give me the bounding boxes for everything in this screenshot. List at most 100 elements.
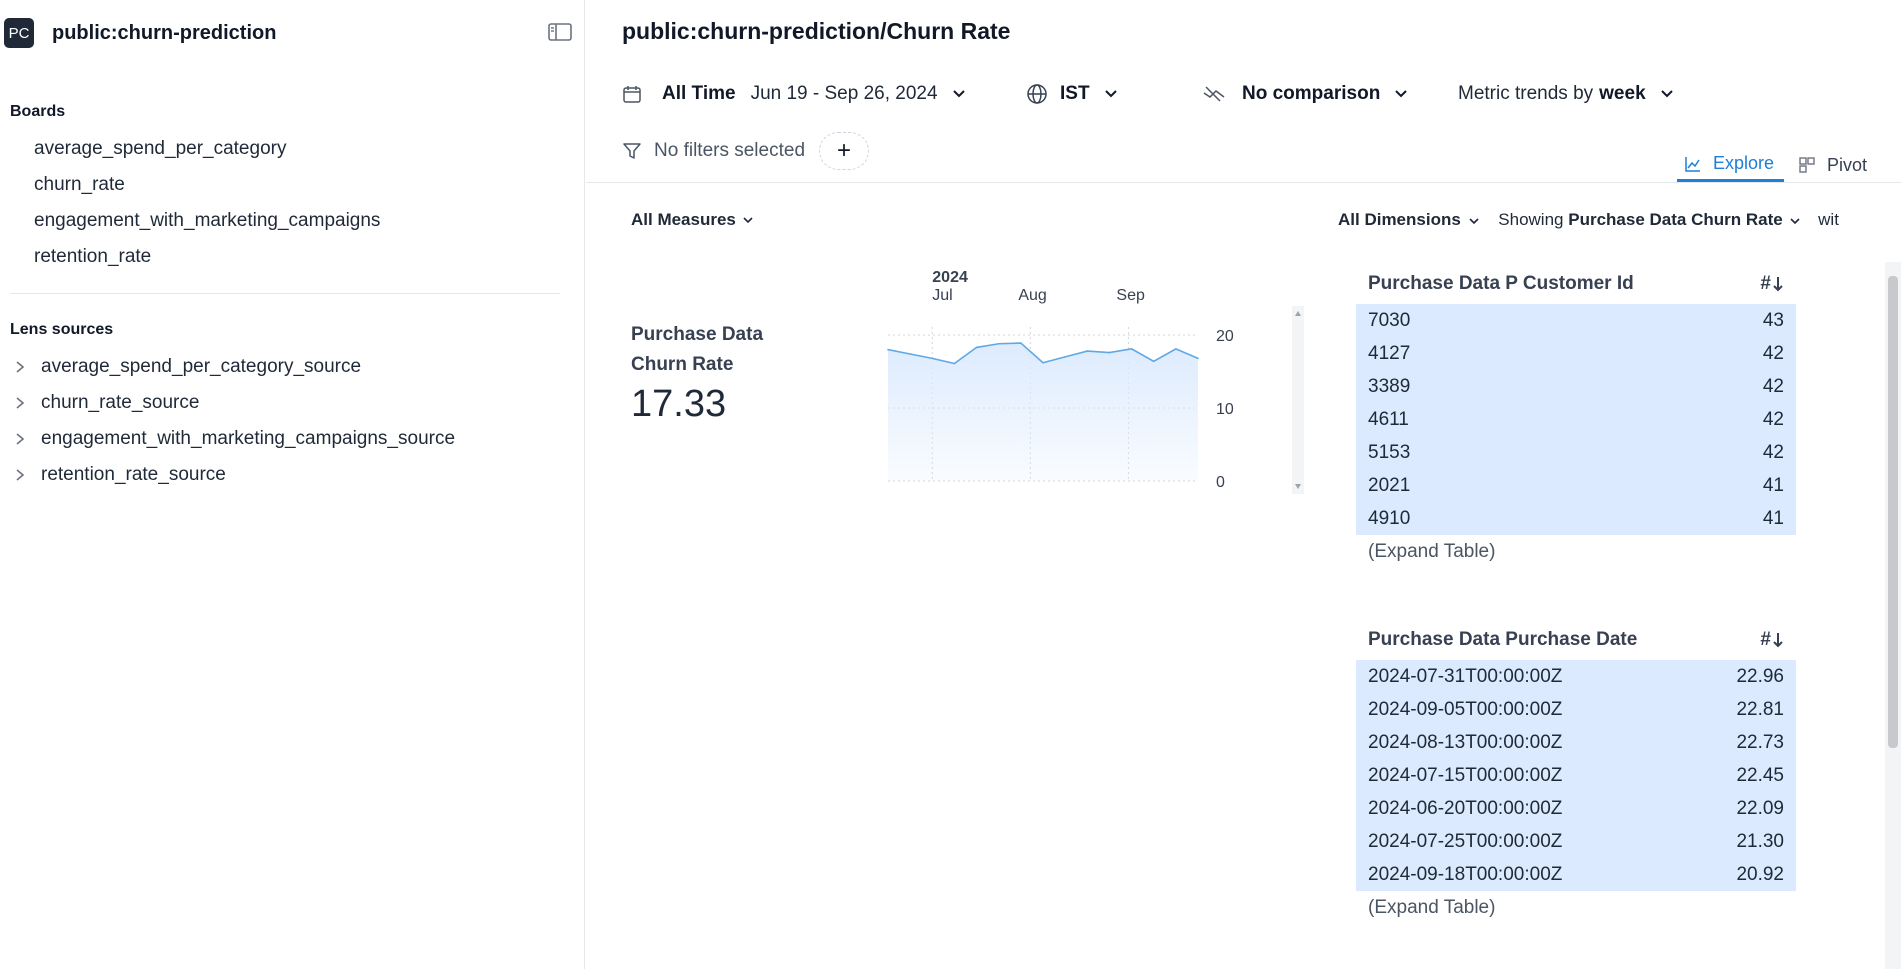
data-point bbox=[1197, 357, 1199, 360]
data-point bbox=[887, 348, 889, 351]
measure-name: Purchase Data Churn Rate bbox=[631, 324, 764, 375]
table-row[interactable]: 2024-07-25T00:00:00Z 21.30 bbox=[1356, 825, 1796, 858]
comparison-selector[interactable]: No comparison bbox=[1202, 80, 1408, 108]
chevron-down-icon bbox=[742, 216, 754, 224]
series-area bbox=[888, 343, 1198, 481]
expand-table-link[interactable]: (Expand Table) bbox=[1356, 535, 1796, 569]
sidebar-divider bbox=[10, 293, 560, 294]
source-label: engagement_with_marketing_campaigns_sour… bbox=[41, 428, 456, 449]
time-range-selector[interactable]: All Time Jun 19 - Sep 26, 2024 bbox=[622, 80, 966, 108]
table-row[interactable]: 2024-09-18T00:00:00Z 20.92 bbox=[1356, 858, 1796, 891]
table-row[interactable]: 4127 42 bbox=[1356, 337, 1796, 370]
line-chart-icon bbox=[1685, 156, 1701, 172]
table-row[interactable]: 3389 42 bbox=[1356, 370, 1796, 403]
measure-trend-chart[interactable]: 0 10 20 2024 Jul Aug Sep bbox=[866, 260, 1286, 500]
row-key: 2024-09-05T00:00:00Z bbox=[1368, 698, 1563, 720]
data-point bbox=[1152, 360, 1155, 363]
table-row[interactable]: 2024-07-15T00:00:00Z 22.45 bbox=[1356, 759, 1796, 792]
table-row[interactable]: 2024-07-31T00:00:00Z 22.96 bbox=[1356, 660, 1796, 693]
tab-explore-label: Explore bbox=[1713, 153, 1775, 173]
project-header: PC public:churn-prediction bbox=[4, 18, 574, 48]
source-item[interactable]: engagement_with_marketing_campaigns_sour… bbox=[10, 428, 455, 450]
add-filter-button[interactable]: + bbox=[819, 132, 870, 170]
measure-value: 17.33 bbox=[631, 383, 727, 425]
row-key: 2024-08-13T00:00:00Z bbox=[1368, 731, 1563, 753]
row-value: 43 bbox=[1762, 309, 1784, 331]
table-row[interactable]: 2024-06-20T00:00:00Z 22.09 bbox=[1356, 792, 1796, 825]
arrow-down-icon bbox=[1772, 276, 1784, 292]
expand-table-link[interactable]: (Expand Table) bbox=[1356, 891, 1796, 925]
table-row[interactable]: 5153 42 bbox=[1356, 436, 1796, 469]
filter-icon bbox=[622, 141, 642, 161]
table-row[interactable]: 7030 43 bbox=[1356, 304, 1796, 337]
row-value: 42 bbox=[1762, 342, 1784, 364]
row-key: 2021 bbox=[1368, 474, 1411, 496]
scrollbar-thumb[interactable] bbox=[1888, 276, 1898, 748]
view-tabs: Explore Pivot bbox=[1671, 148, 1901, 182]
arrow-down-icon bbox=[1772, 632, 1784, 648]
source-item[interactable]: retention_rate_source bbox=[10, 464, 226, 486]
row-value: 41 bbox=[1762, 474, 1784, 496]
row-key: 4611 bbox=[1368, 408, 1409, 430]
all-measures-selector[interactable]: All Measures bbox=[631, 210, 754, 230]
chevron-right-icon bbox=[10, 465, 30, 485]
timezone-label: IST bbox=[1060, 83, 1090, 104]
table-row[interactable]: 4611 42 bbox=[1356, 403, 1796, 436]
project-name: public:churn-prediction bbox=[52, 22, 277, 44]
source-item[interactable]: churn_rate_source bbox=[10, 392, 199, 414]
no-filters-text: No filters selected bbox=[654, 140, 806, 161]
data-point bbox=[1108, 351, 1111, 354]
trend-chart-svg: 0 10 20 2024Jul Aug Sep bbox=[887, 269, 1234, 491]
row-value: 42 bbox=[1762, 375, 1784, 397]
table-row[interactable]: 4910 41 bbox=[1356, 502, 1796, 535]
table-row[interactable]: 2021 41 bbox=[1356, 469, 1796, 502]
showing-selector[interactable]: Showing Purchase Data Churn Rate bbox=[1498, 210, 1806, 229]
trend-grain: week bbox=[1599, 83, 1646, 104]
table-header: Purchase Data Purchase Date # bbox=[1356, 620, 1796, 660]
sidebar-toggle-icon[interactable] bbox=[548, 22, 574, 44]
table-row[interactable]: 2024-09-05T00:00:00Z 22.81 bbox=[1356, 693, 1796, 726]
chevron-down-icon bbox=[1104, 89, 1118, 99]
showing-prefix: Showing bbox=[1498, 210, 1564, 229]
all-dimensions-selector[interactable]: All Dimensions bbox=[1338, 210, 1484, 229]
main-scrollbar[interactable] bbox=[1885, 262, 1901, 969]
data-point bbox=[953, 362, 956, 365]
board-item[interactable]: engagement_with_marketing_campaigns bbox=[34, 210, 380, 232]
all-measures-label: All Measures bbox=[631, 210, 736, 229]
toolbar: All Time Jun 19 - Sep 26, 2024 IST No co… bbox=[622, 80, 1872, 110]
chevron-right-icon bbox=[10, 429, 30, 449]
data-point bbox=[1175, 348, 1177, 350]
lens-sources-title: Lens sources bbox=[10, 321, 114, 338]
row-value: 20.92 bbox=[1736, 863, 1784, 885]
tab-pivot[interactable]: Pivot bbox=[1799, 148, 1867, 182]
table-row[interactable]: 2024-08-13T00:00:00Z 22.73 bbox=[1356, 726, 1796, 759]
board-item[interactable]: average_spend_per_category bbox=[34, 138, 286, 160]
data-point bbox=[1064, 356, 1066, 358]
trend-prefix: Metric trends by bbox=[1458, 83, 1594, 104]
source-label: retention_rate_source bbox=[41, 464, 226, 485]
timezone-selector[interactable]: IST bbox=[1026, 80, 1118, 108]
source-item[interactable]: average_spend_per_category_source bbox=[10, 356, 361, 378]
row-key: 2024-07-25T00:00:00Z bbox=[1368, 830, 1563, 852]
tab-pivot-label: Pivot bbox=[1827, 154, 1868, 175]
row-value: 22.09 bbox=[1736, 797, 1784, 819]
row-value: 22.73 bbox=[1736, 731, 1784, 753]
month-label: Sep bbox=[1116, 287, 1145, 304]
chart-scrollbar[interactable] bbox=[1292, 306, 1304, 494]
table-header-label: Purchase Data P Customer Id bbox=[1368, 273, 1634, 294]
row-key: 7030 bbox=[1368, 309, 1411, 331]
globe-icon bbox=[1026, 83, 1048, 105]
dimension-table-customer-id: Purchase Data P Customer Id # 7030 43 412… bbox=[1356, 264, 1796, 569]
sort-header[interactable]: # bbox=[1760, 273, 1784, 295]
board-item[interactable]: retention_rate bbox=[34, 246, 151, 268]
sort-header[interactable]: # bbox=[1760, 629, 1784, 651]
row-value: 22.81 bbox=[1736, 698, 1784, 720]
table-header: Purchase Data P Customer Id # bbox=[1356, 264, 1796, 304]
showing-measure: Purchase Data Churn Rate bbox=[1568, 210, 1783, 229]
dimension-bar: All Dimensions Showing Purchase Data Chu… bbox=[1338, 210, 1878, 234]
tab-explore[interactable]: Explore bbox=[1677, 148, 1784, 182]
dimension-table-purchase-date: Purchase Data Purchase Date # 2024-07-31… bbox=[1356, 620, 1796, 925]
board-item[interactable]: churn_rate bbox=[34, 174, 125, 196]
year-label: 2024 bbox=[932, 269, 968, 286]
metric-trends-selector[interactable]: Metric trends by week bbox=[1458, 80, 1674, 108]
